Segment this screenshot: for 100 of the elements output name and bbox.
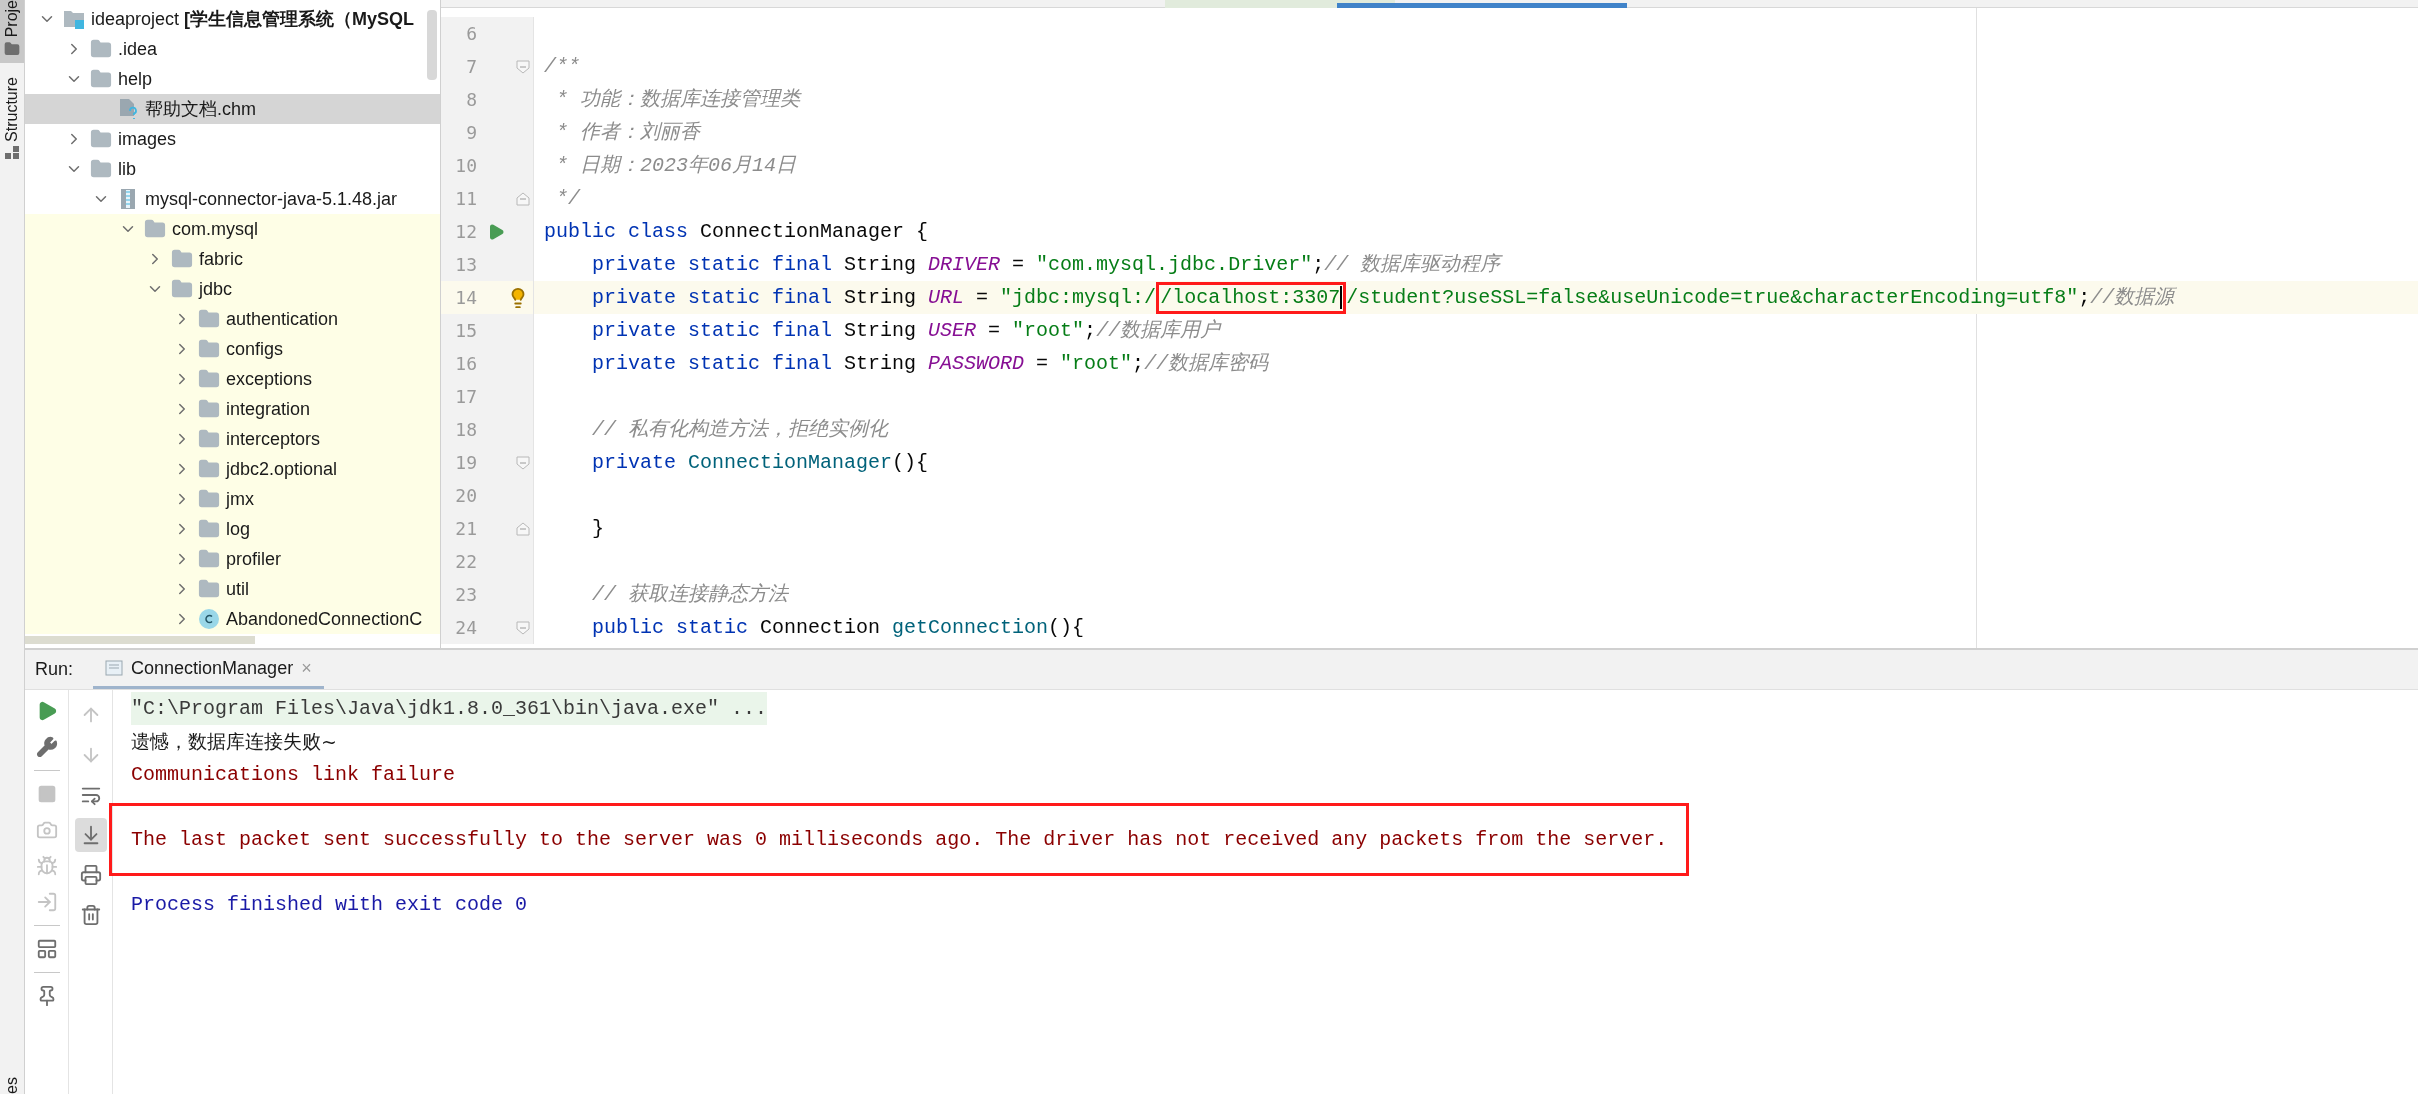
tree-item[interactable]: log [25, 514, 440, 544]
folder-icon [198, 548, 220, 570]
run-icon[interactable] [487, 222, 505, 241]
folder-icon [4, 41, 20, 58]
trash-icon[interactable] [79, 904, 102, 926]
tree-item-label: configs [226, 337, 284, 361]
tool-window-tab[interactable]: es [4, 1075, 20, 1094]
code-line: // 私有化构造方法，拒绝实例化 [591, 416, 888, 443]
tree-item-label: interceptors [226, 427, 321, 451]
tree-item[interactable]: profiler [25, 544, 440, 574]
folder-icon [198, 308, 220, 330]
tree-item-label: jmx [226, 487, 254, 511]
tree-item[interactable]: mysql-connector-java-5.1.48.jar [25, 184, 440, 214]
run-tab[interactable]: ConnectionManager × [93, 650, 324, 689]
tree-item-label: .idea [118, 37, 158, 61]
tree-item[interactable]: authentication [25, 304, 440, 334]
print-icon[interactable] [79, 864, 102, 886]
code-line: } [591, 515, 604, 542]
console-line: The last packet sent successfully to the server was 0 milliseconds ago. The driver has not received any packets from the server. [131, 827, 1668, 853]
line-number: 14 [454, 286, 477, 310]
tree-item-label: mysql-connector-java-5.1.48.jar [145, 187, 398, 211]
class-icon [198, 608, 220, 630]
tree-item[interactable]: lib [25, 154, 440, 184]
line-number: 23 [454, 583, 477, 607]
tree-item[interactable]: .idea [25, 34, 440, 64]
code-line: private ConnectionManager(){ [591, 449, 929, 476]
folder-icon [198, 518, 220, 540]
code-line: public class ConnectionManager { [543, 218, 929, 245]
code-line: private static final String URL = "jdbc:mysql:/ /localhost:3307 /student?useSSL=false&useUnicode=true&characterEncoding=utf8";//数据源 [534, 281, 2175, 314]
line-number: 7 [465, 55, 477, 79]
tree-item-label: jdbc [199, 277, 233, 301]
tree-item[interactable]: help [25, 64, 440, 94]
module-folder-icon [63, 8, 85, 30]
tree-item[interactable]: jdbc2.optional [25, 454, 440, 484]
line-number: 17 [454, 385, 477, 409]
tree-item-label: help [118, 67, 153, 91]
code-line: // 获取连接静态方法 [591, 581, 788, 608]
tree-item-label: jdbc2.optional [226, 457, 338, 481]
line-number: 9 [465, 121, 477, 145]
tree-item-label: authentication [226, 307, 339, 331]
code-line: */ [555, 185, 580, 212]
line-number: 15 [454, 319, 477, 343]
tree-item[interactable]: fabric [25, 244, 440, 274]
tree-item-label: util [226, 577, 249, 601]
code-line: public static Connection getConnection(){ [591, 614, 1085, 641]
tool-window-tab[interactable]: Structure [0, 63, 24, 167]
folder-icon [171, 248, 193, 270]
tree-item[interactable]: exceptions [25, 364, 440, 394]
code-line: private static final String DRIVER = "com.mysql.jdbc.Driver";// 数据库驱动程序 [591, 251, 1501, 278]
tree-item[interactable]: util [25, 574, 440, 604]
folder-icon [198, 398, 220, 420]
tree-item[interactable]: images [25, 124, 440, 154]
folder-icon [171, 278, 193, 300]
folder-icon [198, 368, 220, 390]
tree-item-label: images [118, 127, 177, 151]
line-number: 18 [454, 418, 477, 442]
structure-icon [5, 146, 19, 161]
tree-item[interactable]: jdbc [25, 274, 440, 304]
code-line: private static final String USER = "root";//数据库用户 [591, 317, 1221, 344]
folder-icon [198, 578, 220, 600]
tree-item-label: com.mysql [172, 217, 258, 241]
line-number: 10 [454, 154, 477, 178]
tree-item[interactable]: interceptors [25, 424, 440, 454]
line-number: 13 [454, 253, 477, 277]
folder-icon [198, 488, 220, 510]
tree-item-label: exceptions [226, 367, 313, 391]
tree-item-label: log [226, 517, 251, 541]
tree-item[interactable]: com.mysql [25, 214, 440, 244]
line-number: 12 [454, 220, 477, 244]
run-panel-title: Run: [35, 658, 74, 681]
console-icon [105, 660, 124, 676]
wrench-icon[interactable] [35, 736, 58, 758]
tree-item-label: ideaproject [学生信息管理系统（MySQL [91, 7, 415, 31]
scrollbar[interactable] [427, 10, 437, 80]
help-file-icon [117, 98, 139, 120]
tree-item[interactable]: ideaproject [学生信息管理系统（MySQL [25, 4, 440, 34]
line-number: 8 [465, 88, 477, 112]
scrollbar[interactable] [25, 636, 255, 644]
line-number: 22 [454, 550, 477, 574]
folder-icon [198, 338, 220, 360]
code-line: * 功能：数据库连接管理类 [555, 86, 800, 113]
layout-icon[interactable] [35, 938, 58, 960]
folder-icon [144, 218, 166, 240]
tree-item[interactable]: 帮助文档.chm [25, 94, 440, 124]
folder-icon [90, 68, 112, 90]
folder-icon [198, 458, 220, 480]
line-number: 6 [465, 22, 477, 46]
console-line: Process finished with exit code 0 [131, 892, 528, 918]
tree-item[interactable]: jmx [25, 484, 440, 514]
tree-item[interactable]: AbandonedConnectionC [25, 604, 440, 634]
tree-item-label: fabric [199, 247, 243, 271]
tree-item[interactable]: configs [25, 334, 440, 364]
tree-item[interactable]: integration [25, 394, 440, 424]
code-line: * 日期：2023年06月14日 [555, 152, 797, 179]
tree-item-label: 帮助文档.chm [145, 97, 256, 121]
line-number: 16 [454, 352, 477, 376]
line-number: 19 [454, 451, 477, 475]
code-line: * 作者：刘丽香 [555, 119, 700, 146]
console-line: Communications link failure [131, 762, 456, 788]
tool-window-tab[interactable]: Proje [0, 0, 24, 64]
